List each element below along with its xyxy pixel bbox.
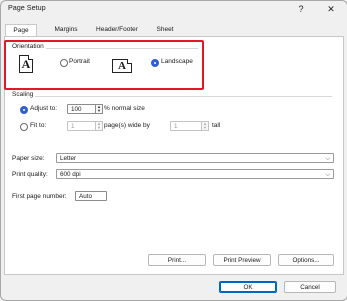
print-preview-button[interactable]: Print Preview	[213, 254, 271, 266]
paper-size-dropdown[interactable]: Letter ⌵	[56, 153, 334, 163]
scaling-group-label: Scaling	[12, 91, 36, 98]
print-quality-dropdown[interactable]: 600 dpi ⌵	[56, 169, 334, 179]
tab-sheet[interactable]: Sheet	[150, 24, 180, 36]
adjust-to-label[interactable]: Adjust to:	[30, 105, 57, 112]
chevron-down-icon: ⌵	[325, 172, 330, 178]
tab-header-footer[interactable]: Header/Footer	[90, 24, 144, 36]
fit-tall-spinner[interactable]: ▲ ▼	[201, 121, 209, 131]
adjust-to-radio[interactable]	[20, 106, 28, 114]
tall-label: tall	[212, 122, 221, 129]
print-quality-value: 600 dpi	[60, 171, 81, 178]
tab-margins[interactable]: Margins	[48, 24, 84, 36]
paper-size-label: Paper size:	[12, 155, 45, 162]
chevron-down-icon: ⌵	[325, 156, 330, 162]
fit-wide-spinner[interactable]: ▲ ▼	[95, 121, 103, 131]
options-button[interactable]: Options...	[278, 254, 334, 266]
pages-wide-label: page(s) wide by	[104, 122, 150, 129]
print-button[interactable]: Print...	[148, 254, 206, 266]
fit-to-radio[interactable]	[20, 123, 28, 131]
normal-size-label: % normal size	[104, 105, 145, 112]
adjust-to-spinner[interactable]: ▲ ▼	[95, 104, 103, 114]
paper-size-value: Letter	[60, 155, 77, 162]
first-page-number-label: First page number:	[12, 193, 67, 200]
fit-to-label[interactable]: Fit to:	[30, 122, 46, 129]
close-button[interactable]: ✕	[320, 0, 342, 18]
print-quality-label: Print quality:	[12, 171, 48, 178]
fit-tall-input[interactable]: 1	[170, 121, 202, 131]
ok-button[interactable]: OK	[219, 281, 277, 293]
orientation-highlight-box	[4, 40, 204, 90]
help-button[interactable]: ?	[290, 0, 312, 18]
first-page-number-input[interactable]: Auto	[75, 191, 107, 201]
scaling-divider	[12, 96, 332, 97]
window-title: Page Setup	[8, 3, 46, 12]
cancel-button[interactable]: Cancel	[284, 281, 336, 293]
